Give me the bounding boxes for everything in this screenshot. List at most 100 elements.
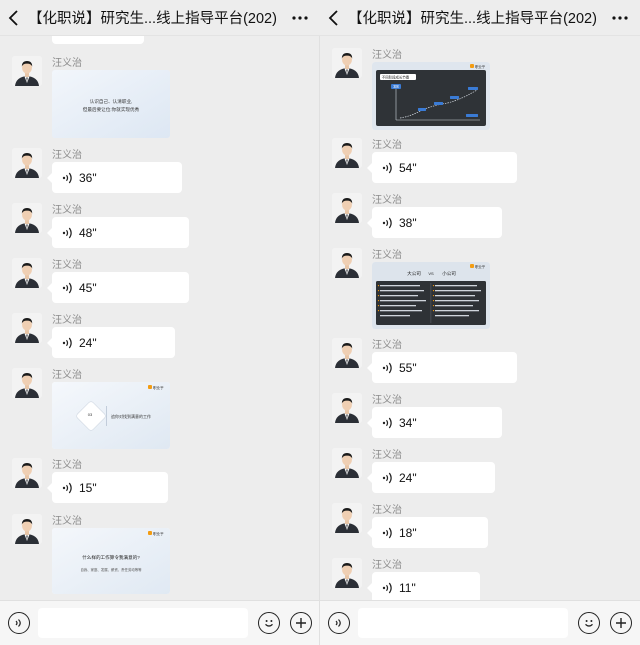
voice-message[interactable]: 54": [367, 152, 517, 183]
sender-name: 汪义治: [372, 450, 402, 461]
image-message[interactable]: 职业乎 大公司 VS 小公司: [372, 262, 490, 329]
avatar[interactable]: [332, 138, 362, 168]
image-message[interactable]: 职业乎 03 追你对找到满意的工作: [52, 382, 170, 449]
avatar[interactable]: [332, 193, 362, 223]
previous-message-bubble[interactable]: [52, 36, 144, 44]
slide-logo: 职业乎: [153, 385, 164, 390]
slide-logo: 职业乎: [153, 531, 164, 536]
slide-tag: 发展: [393, 85, 399, 89]
slide-vs: VS: [428, 271, 434, 276]
sender-name: 汪义治: [372, 340, 402, 351]
message-input[interactable]: [358, 608, 568, 638]
avatar[interactable]: [332, 338, 362, 368]
voice-message[interactable]: 36": [47, 162, 182, 193]
chat-header: 【化职说】研究生...线上指导平台(202): [320, 0, 640, 36]
voice-duration: 54": [399, 160, 417, 175]
voice-wave-icon: [62, 226, 74, 240]
chat-header: 【化职说】研究生...线上指导平台(202): [0, 0, 320, 36]
voice-message[interactable]: 15": [47, 472, 168, 503]
back-icon[interactable]: [0, 0, 28, 36]
voice-wave-icon: [382, 581, 394, 595]
avatar[interactable]: [12, 258, 42, 288]
voice-input-toggle-icon[interactable]: [328, 612, 350, 634]
sender-name: 汪义治: [52, 460, 82, 471]
back-icon[interactable]: [320, 0, 348, 36]
more-icon[interactable]: [600, 0, 640, 36]
avatar[interactable]: [332, 448, 362, 478]
voice-duration: 36": [79, 170, 97, 185]
slide-text: 自我、家庭、发展、薪资、责任劳动等等: [80, 567, 142, 572]
avatar[interactable]: [332, 558, 362, 588]
voice-message[interactable]: 11": [367, 572, 480, 600]
avatar[interactable]: [12, 313, 42, 343]
voice-message[interactable]: 55": [367, 352, 517, 383]
emoji-icon[interactable]: [578, 612, 600, 634]
voice-message[interactable]: 45": [47, 272, 189, 303]
avatar[interactable]: [12, 368, 42, 398]
sender-name: 汪义治: [52, 205, 82, 216]
sender-name: 汪义治: [52, 516, 82, 527]
avatar[interactable]: [12, 458, 42, 488]
input-bar: [320, 600, 640, 645]
voice-wave-icon: [382, 416, 394, 430]
sender-name: 汪义治: [372, 505, 402, 516]
sender-name: 汪义治: [52, 260, 82, 271]
plus-icon[interactable]: [290, 612, 312, 634]
message-list[interactable]: 汪义治 认识自己、认清职业, 但最后要让位:你就实现优秀 汪义治 36" 汪义治…: [0, 36, 320, 600]
slide-text: 但最后要让位:你就实现优秀: [83, 106, 140, 113]
chat-title: 【化职说】研究生...线上指导平台(202): [28, 11, 277, 27]
message-list[interactable]: 汪义治 职业乎 不同阶段成长节奏 发展 汪义治 54" 汪义治 38" 汪义治 …: [320, 36, 640, 600]
sender-name: 汪义治: [372, 395, 402, 406]
voice-message[interactable]: 38": [367, 207, 502, 238]
voice-duration: 11": [399, 580, 416, 595]
message-input[interactable]: [38, 608, 248, 638]
sender-name: 汪义治: [52, 150, 82, 161]
avatar[interactable]: [12, 148, 42, 178]
voice-message[interactable]: 34": [367, 407, 502, 438]
slide-left-title: 大公司: [407, 270, 421, 277]
voice-wave-icon: [382, 361, 394, 375]
voice-wave-icon: [62, 336, 74, 350]
avatar[interactable]: [332, 48, 362, 78]
voice-message[interactable]: 24": [367, 462, 495, 493]
voice-duration: 18": [399, 525, 417, 540]
voice-wave-icon: [382, 526, 394, 540]
avatar[interactable]: [332, 248, 362, 278]
sender-name: 汪义治: [372, 195, 402, 206]
voice-input-toggle-icon[interactable]: [8, 612, 30, 634]
voice-duration: 34": [399, 415, 417, 430]
slide-text: 认识自己、认清职业,: [90, 98, 133, 105]
more-icon[interactable]: [280, 0, 320, 36]
voice-duration: 48": [79, 225, 97, 240]
avatar[interactable]: [332, 393, 362, 423]
slide-logo: 职业乎: [475, 64, 486, 69]
avatar[interactable]: [12, 514, 42, 544]
voice-wave-icon: [62, 481, 74, 495]
slide-text: 什么样的工作算令我满意的?: [82, 554, 140, 561]
avatar[interactable]: [12, 56, 42, 86]
voice-wave-icon: [62, 171, 74, 185]
avatar[interactable]: [12, 203, 42, 233]
voice-wave-icon: [382, 161, 394, 175]
image-message[interactable]: 职业乎 什么样的工作算令我满意的? 自我、家庭、发展、薪资、责任劳动等等: [52, 528, 170, 594]
sender-name: 汪义治: [52, 315, 82, 326]
emoji-icon[interactable]: [258, 612, 280, 634]
voice-wave-icon: [382, 216, 394, 230]
image-message[interactable]: 职业乎 不同阶段成长节奏 发展: [372, 62, 490, 130]
voice-duration: 55": [399, 360, 417, 375]
sender-name: 汪义治: [52, 370, 82, 381]
plus-icon[interactable]: [610, 612, 632, 634]
avatar[interactable]: [332, 503, 362, 533]
voice-duration: 38": [399, 215, 417, 230]
slide-logo: 职业乎: [475, 264, 486, 269]
sender-name: 汪义治: [52, 58, 82, 69]
voice-message[interactable]: 24": [47, 327, 175, 358]
voice-wave-icon: [62, 281, 74, 295]
voice-message[interactable]: 48": [47, 217, 189, 248]
image-message[interactable]: 认识自己、认清职业, 但最后要让位:你就实现优秀: [52, 70, 170, 138]
chat-title: 【化职说】研究生...线上指导平台(202): [348, 11, 597, 27]
sender-name: 汪义治: [372, 250, 402, 261]
voice-duration: 15": [79, 480, 97, 495]
voice-message[interactable]: 18": [367, 517, 488, 548]
voice-wave-icon: [382, 471, 394, 485]
